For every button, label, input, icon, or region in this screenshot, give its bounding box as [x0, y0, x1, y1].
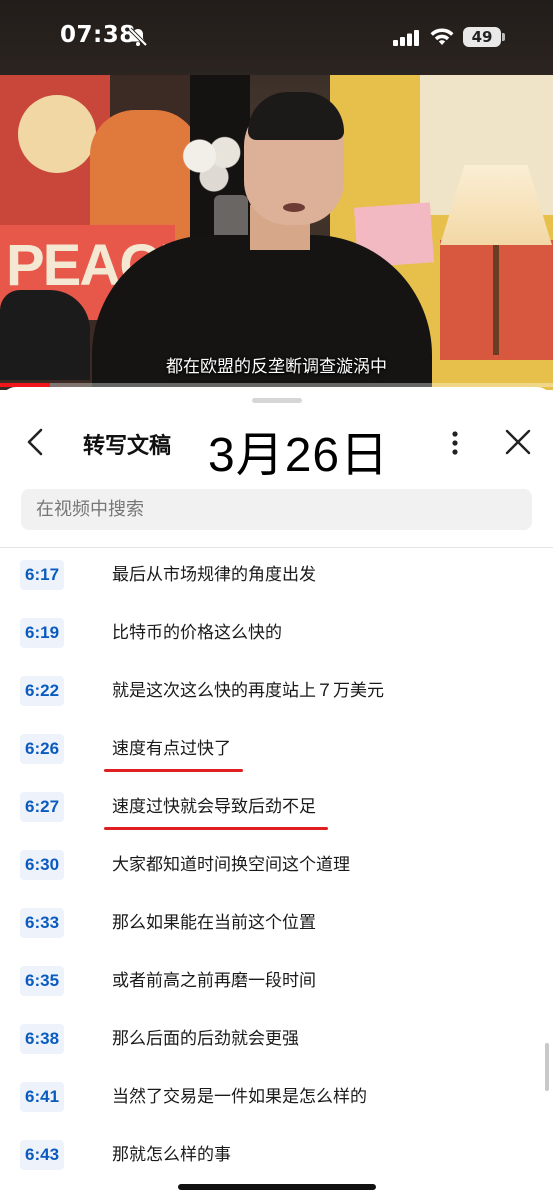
transcript-line-text: 就是这次这么快的再度站上７万美元	[112, 681, 384, 701]
transcript-list[interactable]: 6:17 最后从市场规律的角度出发 6:19 比特币的价格这么快的 6:22 就是这次这么…	[0, 548, 553, 1200]
battery-icon: 49	[463, 27, 501, 47]
home-indicator[interactable]	[178, 1184, 376, 1190]
transcript-row[interactable]: 6:17 最后从市场规律的角度出发	[0, 548, 540, 606]
transcript-row[interactable]: 6:38 那么后面的后劲就会更强	[0, 1012, 540, 1070]
timestamp-link[interactable]: 6:17	[20, 560, 65, 590]
bell-slash-icon	[128, 27, 148, 47]
transcript-line-text: 那么后面的后劲就会更强	[112, 1029, 299, 1049]
timestamp-link[interactable]: 6:27	[20, 792, 65, 822]
wifi-icon	[430, 28, 454, 45]
transcript-row[interactable]: 6:33 那么如果能在当前这个位置	[0, 896, 540, 954]
transcript-line-text: 当然了交易是一件如果是怎么样的	[112, 1087, 367, 1107]
transcript-line-text: 那么如果能在当前这个位置	[112, 913, 316, 933]
transcript-panel: 转写文稿 3月26日 6:17 最后从市场规律的角度出发 6:19 比特币的价格这么快…	[0, 387, 553, 1200]
status-bar: 07:38 49	[0, 0, 553, 75]
scroll-indicator[interactable]	[545, 1043, 549, 1091]
transcript-line-text: 最后从市场规律的角度出发	[112, 565, 316, 585]
back-chevron-icon[interactable]	[22, 427, 52, 457]
timestamp-link[interactable]: 6:35	[20, 966, 65, 996]
status-time: 07:38	[60, 22, 136, 48]
flowers	[178, 128, 250, 198]
mural-face	[18, 95, 96, 173]
timestamp-link[interactable]: 6:38	[20, 1024, 65, 1054]
search-input[interactable]	[36, 489, 516, 530]
transcript-line-text: 或者前高之前再磨一段时间	[112, 971, 316, 991]
cellular-signal-icon	[393, 30, 419, 46]
timestamp-link[interactable]: 6:33	[20, 908, 65, 938]
battery-cap	[502, 33, 505, 41]
transcript-row[interactable]: 6:41 当然了交易是一件如果是怎么样的	[0, 1070, 540, 1128]
speaker-mouth	[283, 203, 305, 212]
lamp-stand	[493, 245, 499, 355]
close-icon[interactable]	[503, 427, 533, 457]
timestamp-link[interactable]: 6:19	[20, 618, 65, 648]
drag-handle[interactable]	[252, 398, 302, 403]
timestamp-link[interactable]: 6:43	[20, 1140, 65, 1170]
panel-title: 转写文稿	[83, 434, 172, 459]
timestamp-link[interactable]: 6:41	[20, 1082, 65, 1112]
video-progress-fill	[0, 383, 50, 387]
annotation-underline	[104, 769, 243, 772]
transcript-line-text: 大家都知道时间换空间这个道理	[112, 855, 350, 875]
more-vertical-icon[interactable]	[444, 429, 466, 457]
annotation-underline	[104, 827, 328, 830]
transcript-row[interactable]: 6:35 或者前高之前再磨一段时间	[0, 954, 540, 1012]
transcript-line-text: 比特币的价格这么快的	[112, 623, 282, 643]
timestamp-link[interactable]: 6:26	[20, 734, 65, 764]
transcript-row[interactable]: 6:19 比特币的价格这么快的	[0, 606, 540, 664]
transcript-line-text: 速度过快就会导致后劲不足	[112, 797, 316, 817]
transcript-line-text: 那就怎么样的事	[112, 1145, 231, 1165]
video-progress-track[interactable]	[0, 383, 553, 387]
transcript-row[interactable]: 6:27 速度过快就会导致后劲不足	[0, 780, 540, 838]
transcript-row[interactable]: 6:43 那就怎么样的事	[0, 1128, 540, 1186]
transcript-row[interactable]: 6:26 速度有点过快了	[0, 722, 540, 780]
timestamp-link[interactable]: 6:30	[20, 850, 65, 880]
timestamp-link[interactable]: 6:22	[20, 676, 65, 706]
transcript-row[interactable]: 6:30 大家都知道时间换空间这个道理	[0, 838, 540, 896]
video-subtitle: 都在欧盟的反垄断调查漩涡中	[166, 357, 387, 377]
search-box[interactable]	[21, 489, 532, 530]
date-overlay-text: 3月26日	[208, 429, 390, 482]
transcript-line-text: 速度有点过快了	[112, 739, 231, 759]
transcript-row[interactable]: 6:22 就是这次这么快的再度站上７万美元	[0, 664, 540, 722]
